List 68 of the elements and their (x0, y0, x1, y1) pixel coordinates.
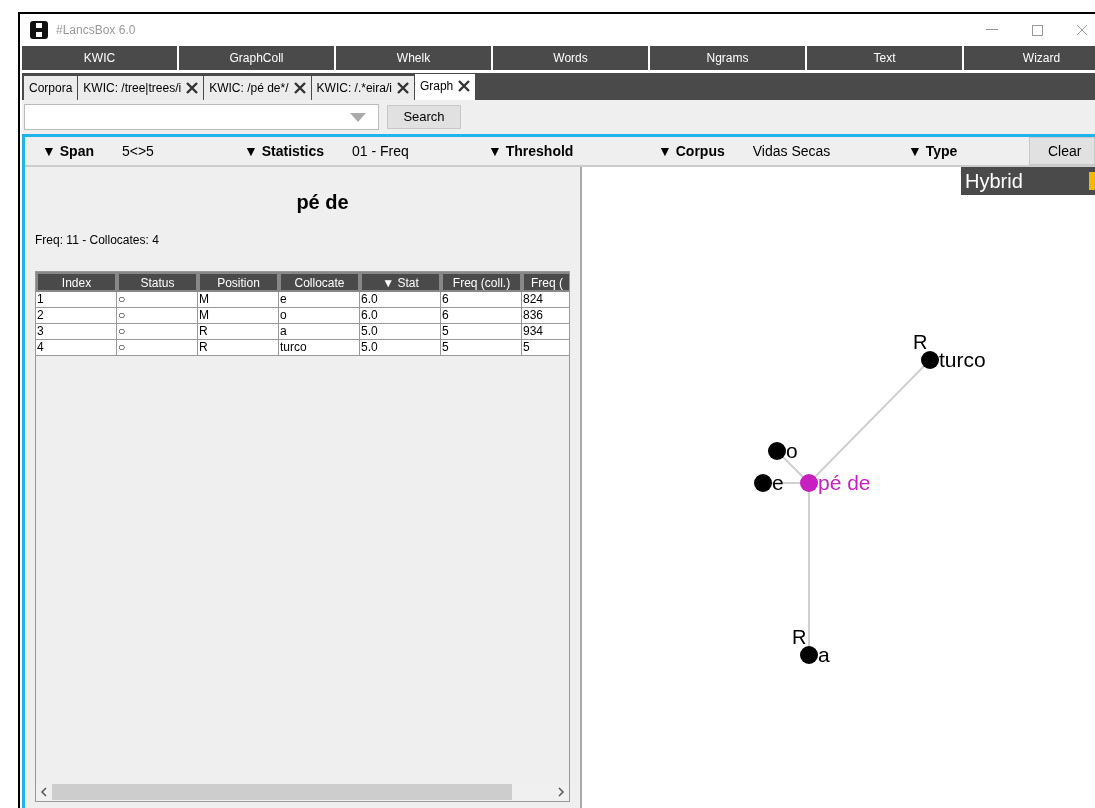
nav-button[interactable]: Ngrams (650, 46, 805, 70)
app-logo-icon (30, 21, 48, 39)
nav-button[interactable]: Words (493, 46, 648, 70)
scroll-left-icon[interactable] (40, 787, 48, 797)
column-header[interactable]: Freq (coll.) (441, 272, 522, 292)
column-header[interactable]: Collocate (279, 272, 360, 292)
tab[interactable]: KWIC: /.*eira/i (311, 76, 414, 100)
filter-value: Vidas Secas (752, 141, 831, 161)
maximize-icon[interactable] (1032, 24, 1043, 36)
tab-label[interactable]: KWIC: /tree|trees/i (83, 79, 182, 97)
column-header[interactable]: Status (117, 272, 198, 292)
tab-label[interactable]: KWIC: /pé de*/ (209, 79, 289, 97)
graph-node[interactable] (800, 474, 818, 492)
nav-button[interactable]: Text (807, 46, 962, 70)
table-cell: 5 (441, 340, 522, 356)
position-label: R (913, 332, 928, 352)
node-label: turco (939, 349, 986, 370)
results-title: pé de (295, 190, 350, 215)
scroll-right-icon[interactable] (557, 787, 565, 797)
column-header[interactable]: ▼ Stat (360, 272, 441, 292)
table-cell: 4 (36, 340, 117, 356)
tab[interactable]: Corpora (24, 76, 78, 100)
table-cell: 5 (522, 340, 569, 356)
column-header[interactable]: Freq ( (522, 272, 569, 292)
graph-node[interactable] (921, 351, 939, 369)
node-label: pé de (818, 472, 871, 493)
tab-label[interactable]: Corpora (29, 79, 73, 97)
table-cell: turco (279, 340, 360, 356)
filter-toggle[interactable]: ▼ Statistics (244, 140, 324, 162)
filter-toggle[interactable]: ▼ Type (908, 140, 958, 162)
nav-button[interactable]: GraphColl (179, 46, 334, 70)
filter-toggle[interactable]: ▼ Span (42, 140, 94, 162)
node-label: o (786, 440, 798, 461)
table-cell: R (198, 340, 279, 356)
position-label: R (792, 627, 807, 647)
table-cell: 5.0 (360, 340, 441, 356)
column-header[interactable]: Index (36, 272, 117, 292)
node-label: e (772, 472, 784, 493)
search-field[interactable] (24, 104, 379, 130)
search-button[interactable]: Search (387, 105, 461, 129)
column-header[interactable]: Position (198, 272, 279, 292)
close-icon[interactable] (293, 82, 306, 94)
legend-swatch (1089, 172, 1095, 190)
nav-button[interactable]: KWIC (22, 46, 177, 70)
legend-label: Hybrid (965, 171, 1023, 191)
tab-label[interactable]: KWIC: /.*eira/i (316, 79, 392, 97)
filter-value: 5<>5 (122, 141, 154, 161)
nav-button[interactable]: Whelk (336, 46, 491, 70)
tab[interactable]: KWIC: /tree|trees/i (78, 76, 204, 100)
tab[interactable]: KWIC: /pé de*/ (204, 76, 311, 100)
window-title: #LancsBox 6.0 (56, 22, 136, 39)
close-icon[interactable] (186, 82, 199, 94)
graph-node[interactable] (754, 474, 772, 492)
results-summary: Freq: 11 - Collocates: 4 (35, 232, 160, 249)
graph-node[interactable] (768, 442, 786, 460)
filter-toggle[interactable]: ▼ Threshold (488, 140, 574, 162)
filter-toggle[interactable]: ▼ Corpus (658, 140, 725, 162)
tab-label[interactable]: Graph (419, 77, 454, 95)
minimize-icon[interactable] (986, 29, 998, 31)
close-icon[interactable] (458, 80, 471, 92)
table-cell: ○ (117, 340, 198, 356)
graph-node[interactable] (800, 646, 818, 664)
nav-button[interactable]: Wizard (964, 46, 1095, 70)
clear-button[interactable]: Clear (1029, 137, 1095, 165)
tab[interactable]: Graph (414, 74, 476, 100)
close-icon[interactable] (396, 82, 409, 94)
filter-value: 01 - Freq (352, 141, 409, 161)
node-label: a (818, 644, 830, 665)
